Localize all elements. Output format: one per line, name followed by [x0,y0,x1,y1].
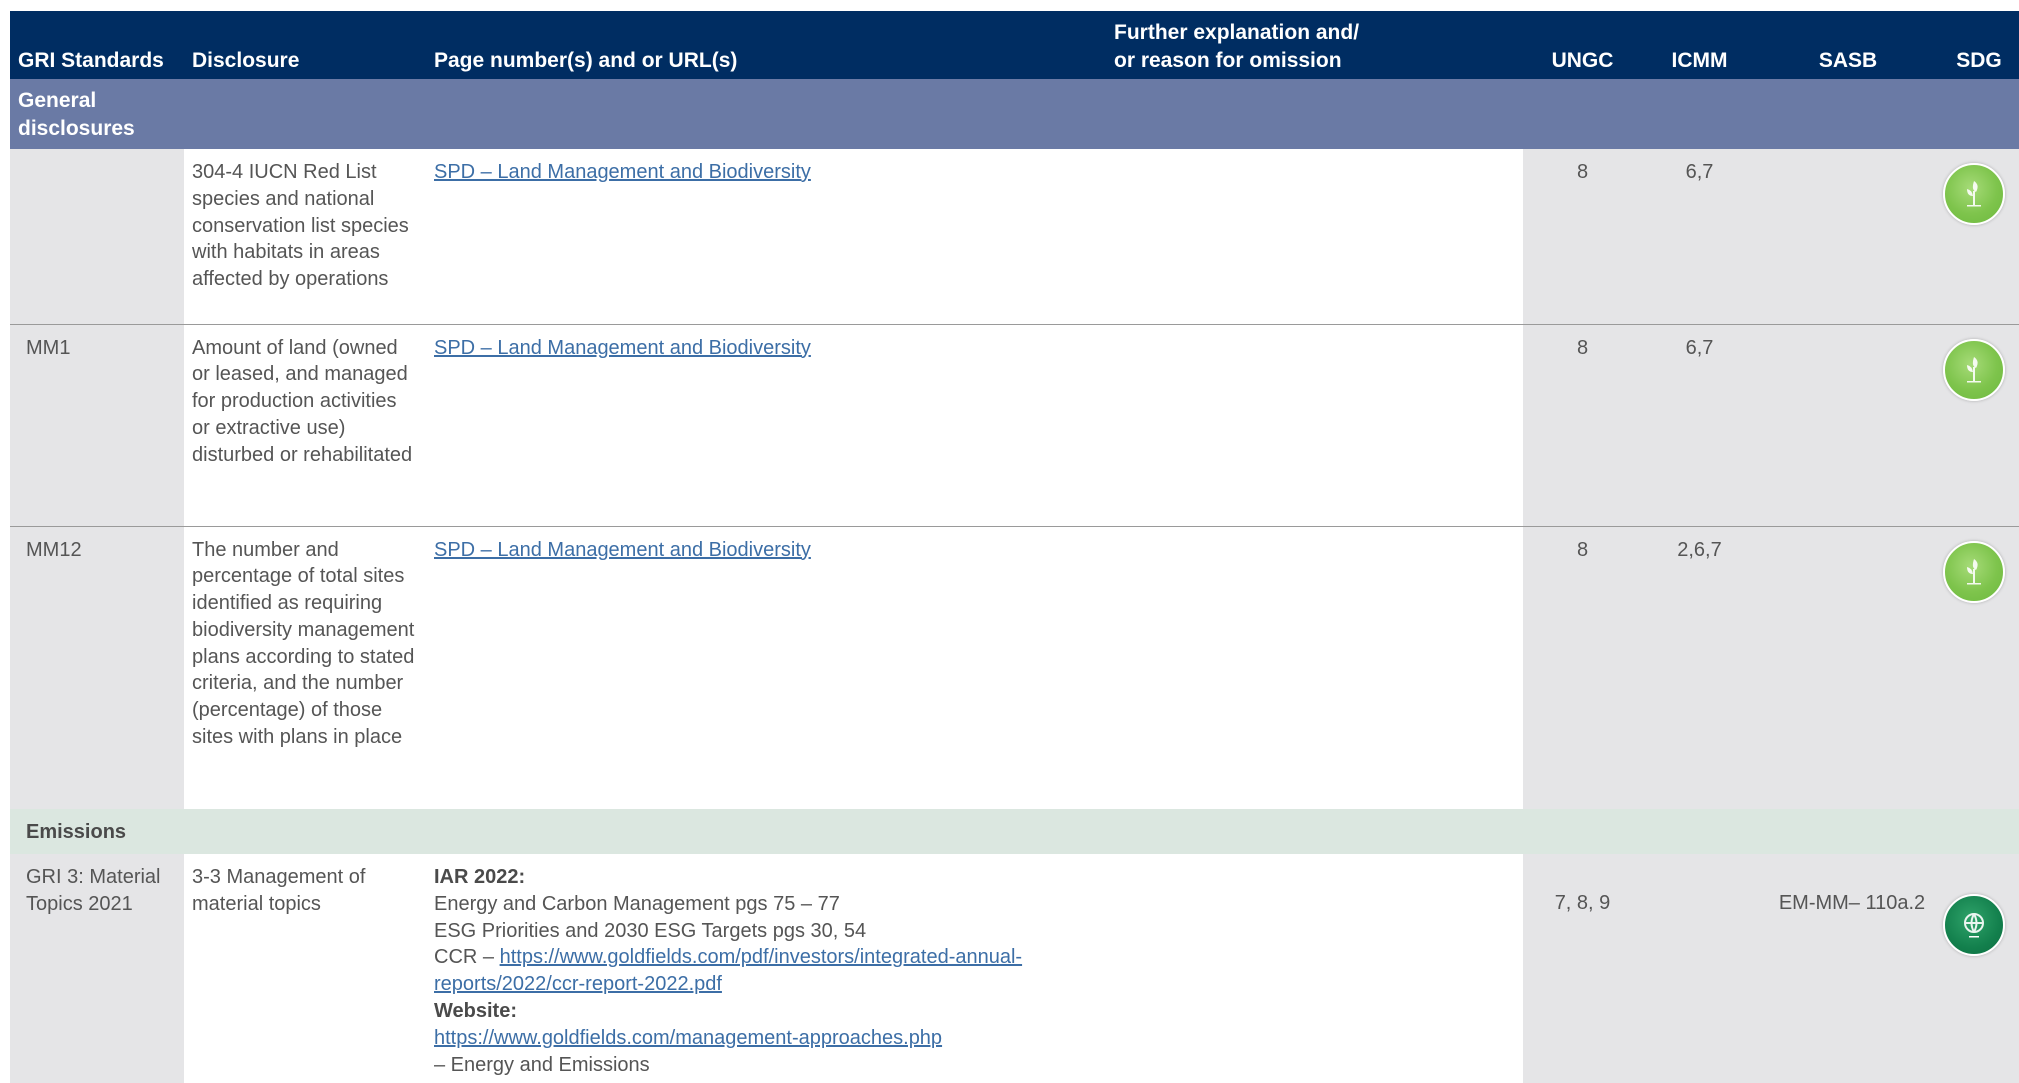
explanation-cell [1106,526,1523,809]
standard-cell: MM1 [10,324,184,527]
header-further-explanation-line2: or reason for omission [1114,49,1342,72]
table-row: MM12 The number and percentage of total … [10,526,2019,809]
section-title-emissions: Emissions [10,809,2019,854]
section-row-general-disclosures: General disclosures [10,79,2019,149]
page-ref-cell: SPD – Land Management and Biodiversity [426,526,1106,809]
page-ref-cell: IAR 2022: Energy and Carbon Management p… [426,854,1106,1083]
gri-index-page: GRI Standards Disclosure Page number(s) … [0,0,2019,1083]
ccr-line: CCR – https://www.goldfields.com/pdf/inv… [434,944,1098,998]
disclosure-cell: 3-3 Management of material topics [184,854,426,1083]
header-ungc: UNGC [1523,11,1642,79]
explanation-cell [1106,324,1523,527]
sasb-cell: EM-MM– 110a.2 [1757,854,1939,1083]
sasb-cell [1757,526,1939,809]
explanation-cell [1106,149,1523,325]
table-row: MM1 Amount of land (owned or leased, and… [10,324,2019,527]
esg-priorities-line: ESG Priorities and 2030 ESG Targets pgs … [434,919,867,942]
table-header-row: GRI Standards Disclosure Page number(s) … [10,11,2019,79]
header-page-numbers: Page number(s) and or URL(s) [426,11,1106,79]
website-heading: Website: [434,999,517,1022]
climate-action-sdg-icon [1943,894,2005,956]
section-general-line2: disclosures [18,117,135,140]
table-row: 304-4 IUCN Red List species and national… [10,149,2019,325]
page-ref-cell: SPD – Land Management and Biodiversity [426,149,1106,325]
energy-carbon-line: Energy and Carbon Management pgs 75 – 77 [434,892,840,915]
disclosure-cell: The number and percentage of total sites… [184,526,426,809]
ungc-cell: 8 [1523,526,1642,809]
sdg-cell [1939,149,2019,325]
sdg-cell [1939,854,2019,1083]
disclosure-cell: Amount of land (owned or leased, and man… [184,324,426,527]
life-on-land-sdg-icon [1943,540,2005,603]
header-sdg: SDG [1939,11,2019,79]
spd-land-management-link[interactable]: SPD – Land Management and Biodiversity [434,161,811,183]
sasb-cell [1757,149,1939,325]
page-ref-cell: SPD – Land Management and Biodiversity [426,324,1106,527]
iar-heading: IAR 2022: [434,866,526,888]
life-on-land-sdg-icon [1943,163,2005,225]
sasb-cell [1757,324,1939,527]
life-on-land-sdg-icon [1943,338,2005,401]
management-approaches-link[interactable]: https://www.goldfields.com/management-ap… [434,1027,942,1049]
section-title-general-disclosures: General disclosures [10,79,2019,149]
header-sasb: SASB [1757,11,1939,79]
icmm-cell: 2,6,7 [1642,526,1757,809]
disclosure-cell: 304-4 IUCN Red List species and national… [184,149,426,325]
section-row-emissions: Emissions [10,809,2019,854]
spd-land-management-link[interactable]: SPD – Land Management and Biodiversity [434,337,811,359]
standard-cell: MM12 [10,526,184,809]
ungc-cell: 8 [1523,149,1642,325]
standard-cell [10,149,184,325]
icmm-cell [1642,854,1757,1083]
icmm-cell: 6,7 [1642,324,1757,527]
ungc-cell: 7, 8, 9 [1523,854,1642,1083]
gri-content-index-table: GRI Standards Disclosure Page number(s) … [10,11,2019,1083]
icmm-cell: 6,7 [1642,149,1757,325]
header-icmm: ICMM [1642,11,1757,79]
energy-emissions-line: – Energy and Emissions [434,1053,650,1076]
ungc-cell: 8 [1523,324,1642,527]
explanation-cell [1106,854,1523,1083]
sdg-cell [1939,526,2019,809]
sdg-cell [1939,324,2019,527]
ccr-prefix: CCR – [434,946,500,969]
header-gri-standards: GRI Standards [10,11,184,79]
header-disclosure: Disclosure [184,11,426,79]
section-general-line1: General [18,89,97,112]
spd-land-management-link[interactable]: SPD – Land Management and Biodiversity [434,539,811,561]
header-further-explanation-line1: Further explanation and/ [1114,21,1360,44]
standard-cell: GRI 3: Material Topics 2021 [10,854,184,1083]
table-row: GRI 3: Material Topics 2021 3-3 Manageme… [10,854,2019,1083]
header-further-explanation: Further explanation and/ or reason for o… [1106,11,1523,79]
ccr-report-link[interactable]: https://www.goldfields.com/pdf/investors… [434,946,1022,995]
